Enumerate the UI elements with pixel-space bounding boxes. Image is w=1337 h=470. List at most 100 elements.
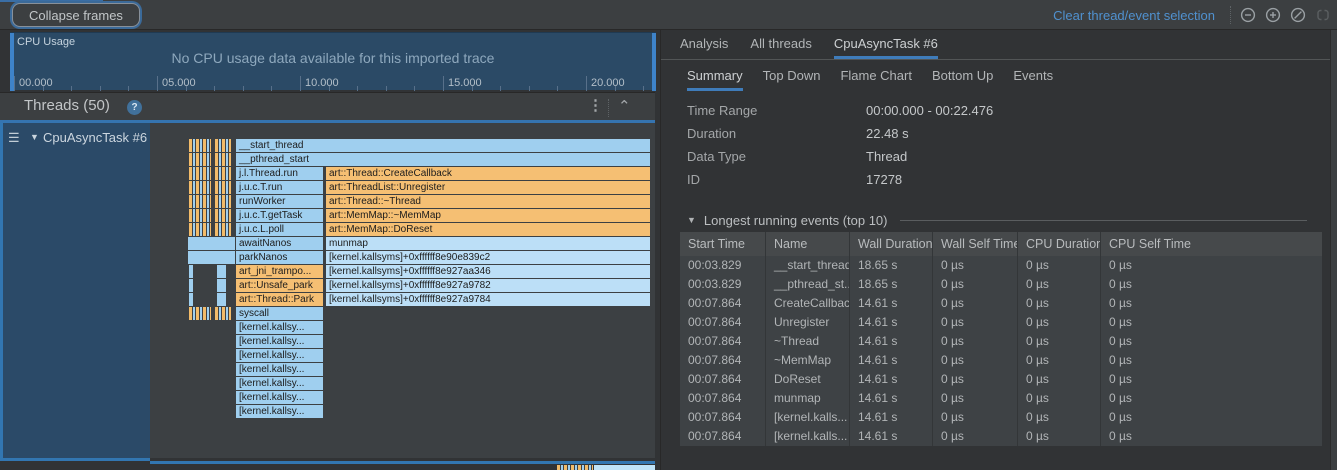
flame-box[interactable] (188, 237, 235, 250)
flame-stripes[interactable] (189, 153, 211, 166)
subtab-flame-chart[interactable]: Flame Chart (840, 63, 912, 91)
flame-stripes[interactable] (189, 167, 211, 180)
flame-stripes[interactable] (215, 307, 231, 320)
flame-box[interactable]: art_jni_trampo... (236, 265, 323, 278)
flame-box[interactable] (217, 265, 226, 278)
column-header-wall-duration[interactable]: Wall Duration (850, 232, 933, 256)
flame-box[interactable]: art::MemMap::DoReset (326, 223, 650, 236)
zoom-out-icon[interactable] (1240, 7, 1256, 23)
flame-stripes[interactable] (215, 209, 231, 222)
thread-callstack-chart[interactable]: __start_thread__pthread_startj.l.Thread.… (150, 123, 655, 458)
flame-stripes[interactable] (189, 195, 211, 208)
events-table-row[interactable]: 00:07.864DoReset14.61 s0 µs0 µs0 µs (680, 370, 1322, 389)
flame-box[interactable]: munmap (326, 237, 650, 250)
flame-box[interactable]: j.u.c.L.poll (236, 223, 323, 236)
column-header-name[interactable]: Name (766, 232, 850, 256)
flame-stripes[interactable] (189, 181, 211, 194)
flame-box[interactable]: [kernel.kallsy... (236, 363, 323, 376)
collapse-panel-chevron-icon[interactable]: ⌃ (618, 97, 631, 115)
flame-stripes[interactable] (189, 139, 211, 152)
events-table-row[interactable]: 00:07.864CreateCallback14.61 s0 µs0 µs0 … (680, 294, 1322, 313)
flame-box[interactable]: [kernel.kallsy... (236, 349, 323, 362)
flame-box[interactable]: [kernel.kallsy... (236, 377, 323, 390)
flame-box[interactable]: j.u.c.T.run (236, 181, 323, 194)
events-table-row[interactable]: 00:07.864[kernel.kalls...14.61 s0 µs0 µs… (680, 408, 1322, 427)
flame-box[interactable]: [kernel.kallsyms]+0xffffff8e927aa346 (326, 265, 650, 278)
flame-stripes[interactable] (215, 153, 231, 166)
window-scrollbar-gutter[interactable] (1330, 30, 1337, 470)
flame-box[interactable]: art::Thread::Park (236, 293, 323, 306)
timeline-minor-tick (271, 86, 272, 91)
column-header-wall-self-time[interactable]: Wall Self Time (933, 232, 1018, 256)
flame-box[interactable] (189, 265, 193, 278)
column-header-start-time[interactable]: Start Time (680, 232, 766, 256)
flame-stripes[interactable] (189, 223, 211, 236)
flame-box[interactable]: [kernel.kallsyms]+0xffffff8e90e839c2 (326, 251, 650, 264)
flame-stripes[interactable] (189, 307, 211, 320)
flame-stripes[interactable] (215, 167, 231, 180)
subtab-top-down[interactable]: Top Down (763, 63, 821, 91)
flame-box[interactable]: [kernel.kallsyms]+0xffffff8e927a9784 (326, 293, 650, 306)
thread-expand-chevron-icon[interactable]: ▼ (30, 132, 39, 142)
flame-box[interactable]: art::Thread::CreateCallback (326, 167, 650, 180)
flame-box[interactable]: art::MemMap::~MemMap (326, 209, 650, 222)
flame-box[interactable]: art::Unsafe_park (236, 279, 323, 292)
drag-handle-icon[interactable]: ☰ (8, 130, 20, 146)
column-header-cpu-duration[interactable]: CPU Duration (1018, 232, 1101, 256)
events-table-row[interactable]: 00:07.864~Thread14.61 s0 µs0 µs0 µs (680, 332, 1322, 351)
events-table-row[interactable]: 00:07.864~MemMap14.61 s0 µs0 µs0 µs (680, 351, 1322, 370)
flame-box[interactable]: [kernel.kallsy... (236, 335, 323, 348)
timeline[interactable]: 00.00005.00010.00015.00020.000 (10, 33, 656, 91)
flame-box[interactable]: art::ThreadList::Unregister (326, 181, 650, 194)
events-section-header[interactable]: ▼ Longest running events (top 10) (687, 211, 1317, 229)
subtab-bottom-up[interactable]: Bottom Up (932, 63, 993, 91)
flame-box[interactable] (217, 293, 226, 306)
reset-zoom-icon[interactable] (1290, 7, 1306, 23)
zoom-in-icon[interactable] (1265, 7, 1281, 23)
flame-box[interactable] (189, 293, 193, 306)
events-table-row[interactable]: 00:03.829__pthread_st...18.65 s0 µs0 µs0… (680, 275, 1322, 294)
flame-box[interactable]: art::Thread::~Thread (326, 195, 650, 208)
cell-name: [kernel.kalls... (766, 408, 850, 427)
cpu-usage-panel[interactable]: CPU Usage No CPU usage data available fo… (10, 32, 656, 90)
flame-box[interactable]: __start_thread (236, 139, 650, 152)
events-table-row[interactable]: 00:07.864[kernel.kalls...14.61 s0 µs0 µs… (680, 427, 1322, 446)
section-collapse-triangle-icon[interactable]: ▼ (687, 215, 696, 225)
flame-box[interactable]: syscall (236, 307, 323, 320)
tab-cpuasynctask-6[interactable]: CpuAsyncTask #6 (834, 31, 938, 59)
cell-cpu-duration: 0 µs (1018, 256, 1101, 275)
flame-stripes[interactable] (215, 139, 231, 152)
events-table: Start TimeNameWall DurationWall Self Tim… (680, 232, 1322, 446)
flame-box[interactable]: runWorker (236, 195, 323, 208)
flame-stripes[interactable] (215, 195, 231, 208)
events-table-row[interactable]: 00:07.864munmap14.61 s0 µs0 µs0 µs (680, 389, 1322, 408)
subtab-events[interactable]: Events (1013, 63, 1053, 91)
flame-box[interactable]: [kernel.kallsy... (236, 391, 323, 404)
flame-box[interactable]: j.l.Thread.run (236, 167, 323, 180)
thread-row-cpuasynctask6[interactable]: ☰ ▼ CpuAsyncTask #6 (0, 123, 150, 458)
flame-box[interactable] (189, 279, 193, 292)
flame-stripes[interactable] (189, 209, 211, 222)
flame-box[interactable] (188, 251, 235, 264)
flame-box[interactable] (217, 279, 226, 292)
clear-thread-event-selection-link[interactable]: Clear thread/event selection (1053, 8, 1215, 23)
tab-all-threads[interactable]: All threads (750, 31, 811, 59)
flame-stripes[interactable] (215, 223, 231, 236)
events-table-row[interactable]: 00:07.864Unregister14.61 s0 µs0 µs0 µs (680, 313, 1322, 332)
cell-cpu-self-time: 0 µs (1101, 408, 1322, 427)
flame-box[interactable]: awaitNanos (236, 237, 323, 250)
collapse-frames-button[interactable]: Collapse frames (12, 3, 140, 27)
flame-stripes[interactable] (215, 181, 231, 194)
subtab-summary[interactable]: Summary (687, 63, 743, 91)
flame-box[interactable]: j.u.c.T.getTask (236, 209, 323, 222)
help-icon[interactable]: ? (127, 100, 142, 115)
flame-box[interactable]: parkNanos (236, 251, 323, 264)
flame-box[interactable]: [kernel.kallsy... (236, 405, 323, 418)
flame-box[interactable]: __pthread_start (236, 153, 650, 166)
kebab-menu-icon[interactable]: ⋮ (588, 96, 603, 114)
events-table-row[interactable]: 00:03.829__start_thread18.65 s0 µs0 µs0 … (680, 256, 1322, 275)
flame-box[interactable]: [kernel.kallsyms]+0xffffff8e927a9782 (326, 279, 650, 292)
column-header-cpu-self-time[interactable]: CPU Self Time (1101, 232, 1322, 256)
flame-box[interactable]: [kernel.kallsy... (236, 321, 323, 334)
tab-analysis[interactable]: Analysis (680, 31, 728, 59)
